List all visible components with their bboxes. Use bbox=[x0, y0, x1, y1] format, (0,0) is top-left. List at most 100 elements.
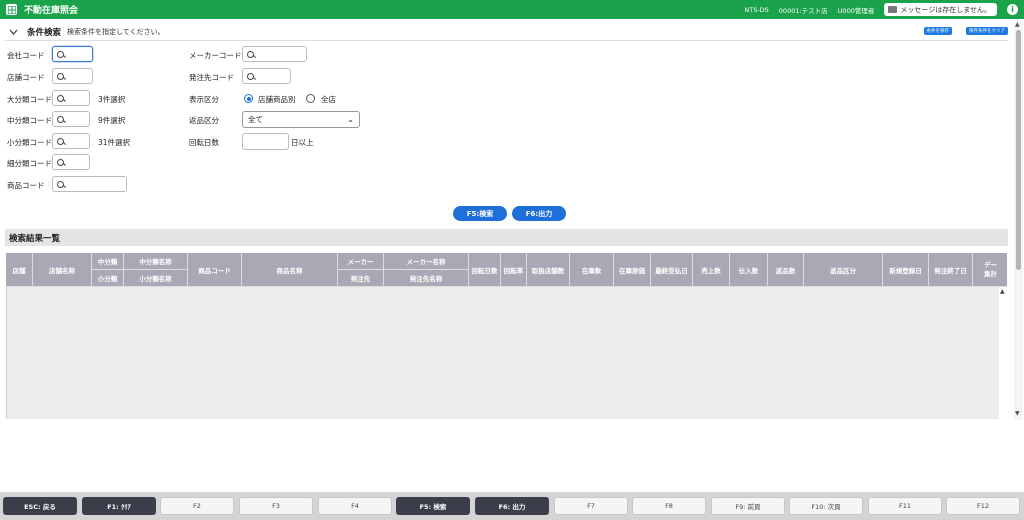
col-data-agg[interactable]: デー 集計 bbox=[973, 253, 1007, 287]
middle-code-label: 中分類コード bbox=[7, 116, 52, 125]
fkey-f3[interactable]: F3 bbox=[239, 497, 313, 515]
col-data-agg-line1: デー bbox=[984, 260, 997, 269]
middle-count: 9件選択 bbox=[98, 116, 126, 125]
col-stock-cost[interactable]: 在庫原価 bbox=[614, 253, 651, 287]
app-grid-icon bbox=[6, 4, 17, 15]
fkey-f12[interactable]: F12 bbox=[946, 497, 1020, 515]
output-button[interactable]: F6:出力 bbox=[512, 206, 566, 221]
product-code-input[interactable] bbox=[52, 176, 127, 192]
col-order-end[interactable]: 発注終了日 bbox=[929, 253, 973, 287]
middle-code-input[interactable] bbox=[52, 111, 90, 127]
radio-all-stores-label: 全店 bbox=[321, 95, 336, 104]
major-code-label: 大分類コード bbox=[7, 95, 52, 104]
company-code-label: 会社コード bbox=[7, 51, 45, 60]
search-button[interactable]: F5:検索 bbox=[453, 206, 507, 221]
fkey-f2[interactable]: F2 bbox=[160, 497, 234, 515]
fkey-f7[interactable]: F7 bbox=[554, 497, 628, 515]
radio-store-product[interactable] bbox=[244, 94, 253, 103]
major-code-input[interactable] bbox=[52, 90, 90, 106]
major-count: 3件選択 bbox=[98, 95, 126, 104]
fkey-f6[interactable]: F6: 出力 bbox=[475, 497, 549, 515]
maker-code-input[interactable] bbox=[242, 46, 307, 62]
fkey-f11[interactable]: F11 bbox=[868, 497, 942, 515]
product-code-label: 商品コード bbox=[7, 181, 45, 190]
results-grid-header: 店舗 店舗名称 中分類 小分類 中分類名称 小分類名称 商品コード 商品名称 メ… bbox=[6, 253, 1007, 287]
fkey-esc[interactable]: ESC: 戻る bbox=[3, 497, 77, 515]
col-return-type[interactable]: 返品区分 bbox=[804, 253, 883, 287]
save-condition-button[interactable]: 条件を保存 bbox=[923, 27, 952, 35]
col-small-cat-name[interactable]: 小分類名称 bbox=[124, 270, 188, 287]
fine-code-input[interactable] bbox=[52, 154, 90, 170]
col-mid-cat-name[interactable]: 中分類名称 bbox=[124, 253, 188, 270]
col-product-name[interactable]: 商品名称 bbox=[242, 253, 338, 287]
radio-all-stores[interactable] bbox=[306, 94, 315, 103]
col-last-recv[interactable]: 最終受払日 bbox=[651, 253, 693, 287]
system-name: NTS-DS bbox=[744, 5, 769, 14]
fkey-f10[interactable]: F10: 次頁 bbox=[789, 497, 863, 515]
supplier-code-label: 発注先コード bbox=[189, 73, 234, 82]
fkey-f9[interactable]: F9: 前頁 bbox=[711, 497, 785, 515]
grid-scrollbar[interactable] bbox=[999, 287, 1007, 419]
fkey-f4[interactable]: F4 bbox=[318, 497, 392, 515]
return-type-value: 全て bbox=[248, 115, 263, 124]
col-turn-rate[interactable]: 回転率 bbox=[501, 253, 527, 287]
page-scroll-up-icon[interactable]: ▲ bbox=[1015, 21, 1020, 28]
supplier-code-input[interactable] bbox=[242, 68, 291, 84]
col-mid-cat[interactable]: 中分類 bbox=[92, 253, 124, 270]
divider bbox=[5, 40, 1008, 41]
chevron-down-icon: ⌄ bbox=[347, 115, 354, 124]
col-data-agg-line2: 集計 bbox=[984, 269, 997, 278]
col-sales-qty[interactable]: 売上数 bbox=[693, 253, 730, 287]
user-name: U000管理者 bbox=[837, 6, 875, 15]
page-scroll-thumb[interactable] bbox=[1016, 30, 1021, 270]
minor-code-input[interactable] bbox=[52, 133, 90, 149]
condition-title: 条件検索 bbox=[27, 27, 62, 38]
return-type-select[interactable]: 全て ⌄ bbox=[242, 111, 360, 128]
search-icon bbox=[57, 137, 64, 145]
search-icon bbox=[57, 115, 64, 123]
col-maker-name[interactable]: メーカー名称 bbox=[384, 253, 469, 270]
message-text: メッセージは存在しません。 bbox=[900, 5, 991, 14]
col-return-qty[interactable]: 返品数 bbox=[768, 253, 804, 287]
app-header: 不動在庫照会 NTS-DS 00001:テスト店 U000管理者 メッセージは存… bbox=[0, 0, 1024, 19]
col-store[interactable]: 店舗 bbox=[6, 253, 33, 287]
fkey-f8[interactable]: F8 bbox=[632, 497, 706, 515]
message-icon bbox=[888, 6, 898, 13]
col-product-code[interactable]: 商品コード bbox=[188, 253, 242, 287]
scroll-up-icon[interactable]: ▲ bbox=[1000, 288, 1005, 295]
col-stores-count[interactable]: 取扱店舗数 bbox=[527, 253, 570, 287]
fkey-f1[interactable]: F1: ｸﾘｱ bbox=[82, 497, 156, 515]
search-icon bbox=[57, 72, 64, 80]
info-icon[interactable]: i bbox=[1007, 4, 1018, 15]
col-supplier[interactable]: 発注先 bbox=[338, 270, 384, 287]
col-stock-qty[interactable]: 在庫数 bbox=[570, 253, 614, 287]
condition-hint: 検索条件を指定してください。 bbox=[67, 27, 165, 36]
clear-condition-button[interactable]: 保存条件をクリア bbox=[966, 27, 1008, 35]
col-new-reg[interactable]: 新規登録日 bbox=[883, 253, 929, 287]
col-maker[interactable]: メーカー bbox=[338, 253, 384, 270]
page-title: 不動在庫照会 bbox=[24, 6, 79, 16]
col-supplier-name[interactable]: 発注先名称 bbox=[384, 270, 469, 287]
col-purchase-qty[interactable]: 仕入数 bbox=[730, 253, 768, 287]
results-grid-body bbox=[6, 287, 999, 419]
search-icon bbox=[57, 50, 64, 58]
company-code-input[interactable] bbox=[52, 46, 93, 62]
chevron-down-icon[interactable] bbox=[5, 29, 21, 35]
col-small-cat[interactable]: 小分類 bbox=[92, 270, 124, 287]
search-icon bbox=[57, 180, 64, 188]
results-title: 検索結果一覧 bbox=[5, 229, 1008, 246]
search-icon bbox=[247, 72, 254, 80]
page-scroll-down-icon[interactable]: ▼ bbox=[1015, 410, 1020, 417]
col-store-name[interactable]: 店舗名称 bbox=[33, 253, 92, 287]
turnover-days-suffix: 日以上 bbox=[291, 138, 314, 147]
turnover-days-input[interactable] bbox=[242, 133, 289, 150]
condition-bar: 条件検索 検索条件を指定してください。 条件を保存 保存条件をクリア bbox=[5, 23, 1008, 40]
message-box[interactable]: メッセージは存在しません。 bbox=[884, 3, 997, 16]
search-icon bbox=[57, 94, 64, 102]
col-turn-days[interactable]: 回転日数 bbox=[469, 253, 501, 287]
fine-code-label: 細分類コード bbox=[7, 159, 52, 168]
store-code-input[interactable] bbox=[52, 68, 93, 84]
minor-count: 31件選択 bbox=[98, 138, 131, 147]
search-icon bbox=[57, 158, 64, 166]
fkey-f5[interactable]: F5: 検索 bbox=[396, 497, 470, 515]
